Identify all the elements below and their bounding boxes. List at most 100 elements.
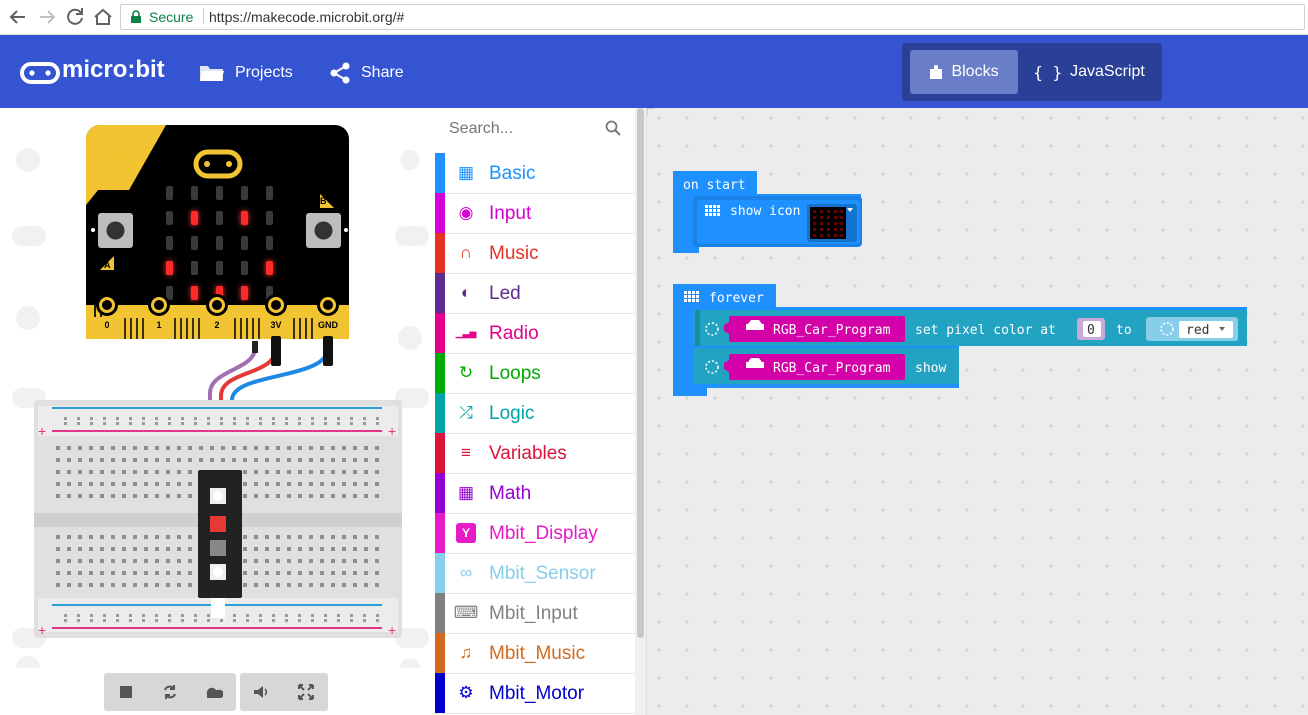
toolbox-search xyxy=(435,108,635,148)
restart-button[interactable] xyxy=(148,673,192,711)
scroll-thumb[interactable] xyxy=(637,108,644,638)
category-loops[interactable]: ↻ Loops xyxy=(435,353,635,394)
back-icon[interactable] xyxy=(6,5,30,29)
category-label: Variables xyxy=(489,443,567,464)
puzzle-icon xyxy=(930,65,943,79)
home-icon[interactable] xyxy=(91,5,115,29)
category-color-bar xyxy=(435,353,445,393)
signal-icon: ▁▃▅ xyxy=(455,327,477,338)
slowmo-button[interactable] xyxy=(192,673,236,711)
pin-1-label: 1 xyxy=(156,320,161,330)
set-pixel-color-block[interactable]: RGB_Car_Program set pixel color at 0 to … xyxy=(693,310,1247,346)
secure-label: Secure xyxy=(149,9,194,25)
simulator-panel: A B 0 1 2 3V GND + + + + xyxy=(0,108,435,715)
restart-icon xyxy=(164,685,176,699)
category-label: Input xyxy=(489,203,532,224)
svg-text:+: + xyxy=(388,622,396,638)
variable-name-2: RGB_Car_Program xyxy=(773,361,891,376)
search-input[interactable] xyxy=(447,118,601,140)
blocks-workspace[interactable]: on start show icon forever RGB_Car_Progr… xyxy=(647,108,1308,715)
category-label: Math xyxy=(489,483,532,504)
category-color-bar xyxy=(435,193,445,233)
category-logic[interactable]: ⤮ Logic xyxy=(435,393,635,434)
led-0-4 xyxy=(266,186,273,200)
led-2-1 xyxy=(191,236,198,250)
led-1-4 xyxy=(266,211,273,225)
color-dropdown[interactable]: red xyxy=(1146,317,1238,341)
category-led[interactable]: ◐ Led xyxy=(435,273,635,314)
category-basic[interactable]: ▦ Basic xyxy=(435,153,635,194)
led-1-1 xyxy=(191,211,198,225)
headphones-icon: ∩ xyxy=(459,243,473,262)
stop-button[interactable] xyxy=(104,673,148,711)
svg-text:+: + xyxy=(38,622,46,638)
category-music[interactable]: ∩ Music xyxy=(435,233,635,274)
category-label: Mbit_Sensor xyxy=(489,563,596,584)
lock-icon xyxy=(131,10,141,23)
category-color-bar xyxy=(435,393,445,433)
category-label: Radio xyxy=(489,323,539,344)
category-input[interactable]: ◉ Input xyxy=(435,193,635,234)
javascript-button[interactable]: { } JavaScript xyxy=(1022,50,1156,94)
show-icon-label: show icon xyxy=(730,204,800,219)
share-button[interactable]: Share xyxy=(329,61,404,85)
led-3-3 xyxy=(241,261,248,275)
y-badge-icon: Y xyxy=(456,523,476,543)
category-radio[interactable]: ▁▃▅ Radio xyxy=(435,313,635,354)
button-b-cap xyxy=(314,221,333,240)
category-mbit-sensor[interactable]: ∞ Mbit_Sensor xyxy=(435,553,635,594)
svg-text:+: + xyxy=(38,423,46,439)
block-canvas: on start show icon forever RGB_Car_Progr… xyxy=(673,171,1247,396)
on-start-label: on start xyxy=(683,178,746,193)
browser-toolbar: Secure https://makecode.microbit.org/# xyxy=(0,0,1308,35)
projects-button[interactable]: Projects xyxy=(199,61,293,85)
simulator-board: A B 0 1 2 3V GND + + + + xyxy=(12,125,429,668)
reload-icon[interactable] xyxy=(63,5,87,29)
icon-picker-dropdown[interactable] xyxy=(807,204,857,242)
fullscreen-button[interactable] xyxy=(284,673,328,711)
category-mbit-motor[interactable]: ⚙ Mbit_Motor xyxy=(435,673,635,714)
on-start-block[interactable]: on start show icon xyxy=(673,171,862,253)
led-0-2 xyxy=(216,186,223,200)
shuffle-icon: ⤮ xyxy=(459,403,473,422)
category-mbit-music[interactable]: ♫ Mbit_Music xyxy=(435,633,635,674)
microbit-board: A B 0 1 2 3V GND xyxy=(86,125,349,339)
blocks-label: Blocks xyxy=(951,63,999,80)
pin-gnd-label: GND xyxy=(318,320,339,330)
fullscreen-icon xyxy=(298,684,314,700)
category-mbit-display[interactable]: Y Mbit_Display xyxy=(435,513,635,554)
category-color-bar xyxy=(435,273,445,313)
category-math[interactable]: ▦ Math xyxy=(435,473,635,514)
led-3-4 xyxy=(266,261,273,275)
forward-icon[interactable] xyxy=(35,5,59,29)
category-label: Mbit_Display xyxy=(489,523,598,544)
blocks-button[interactable]: Blocks xyxy=(910,50,1018,94)
show-block[interactable]: RGB_Car_Program show xyxy=(693,348,959,384)
led-3-0 xyxy=(166,261,173,275)
share-label: Share xyxy=(361,64,404,81)
category-label: Basic xyxy=(489,163,536,184)
microbit-logo-icon[interactable] xyxy=(20,62,60,84)
pixel-index-value: 0 xyxy=(1087,323,1095,338)
address-bar[interactable]: Secure https://makecode.microbit.org/# xyxy=(120,4,1305,30)
list-icon: ≡ xyxy=(461,443,471,462)
search-icon[interactable] xyxy=(605,120,621,136)
logo-text[interactable]: micro:bit xyxy=(62,56,165,84)
braces-icon: { } xyxy=(1033,62,1063,82)
category-color-bar xyxy=(435,553,445,593)
led-1-3 xyxy=(241,211,248,225)
category-label: Logic xyxy=(489,403,535,424)
toolbox-scrollbar[interactable] xyxy=(635,108,646,715)
toggle-icon: ◐ xyxy=(460,283,472,302)
mute-button[interactable] xyxy=(240,673,284,711)
category-mbit-input[interactable]: ⌨ Mbit_Input xyxy=(435,593,635,634)
speaker-icon xyxy=(254,686,268,698)
category-label: Loops xyxy=(489,363,541,384)
category-variables[interactable]: ≡ Variables xyxy=(435,433,635,474)
category-color-bar xyxy=(435,233,445,273)
share-icon xyxy=(330,62,350,84)
calculator-icon: ▦ xyxy=(457,483,475,502)
category-color-bar xyxy=(435,513,445,553)
url-text[interactable]: https://makecode.microbit.org/# xyxy=(209,9,404,25)
forever-block[interactable]: forever RGB_Car_Program set pixel color … xyxy=(673,284,1247,396)
